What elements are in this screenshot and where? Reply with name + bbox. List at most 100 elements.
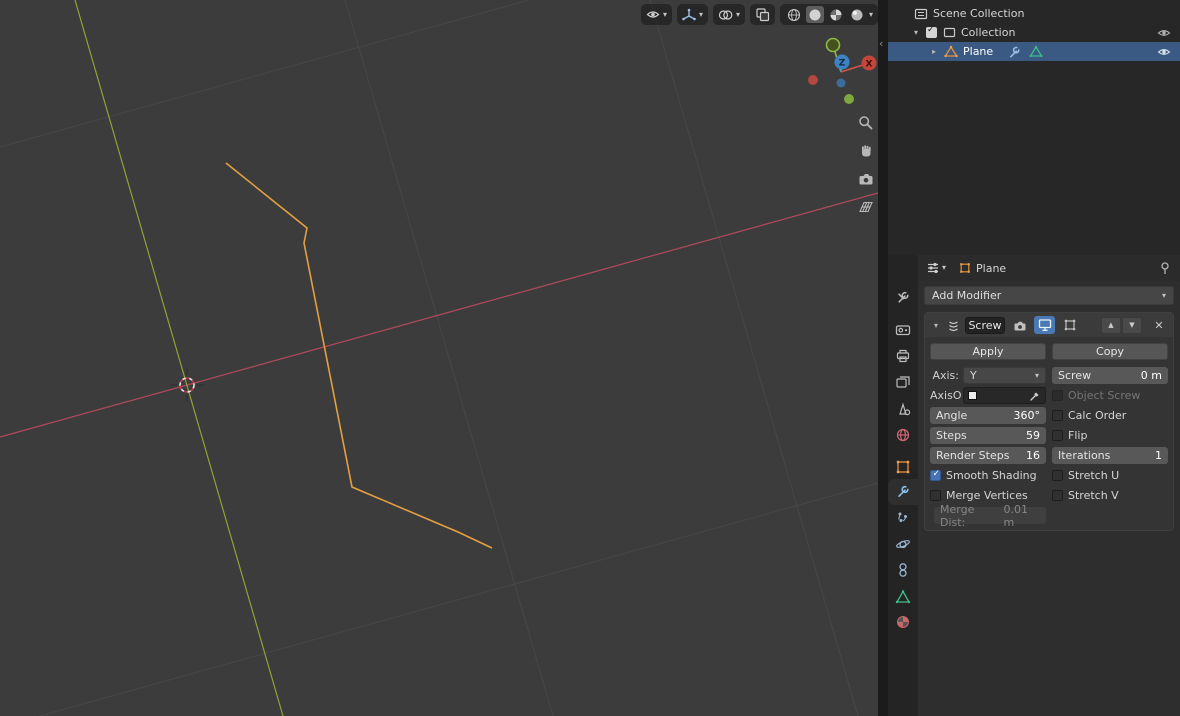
plane-visibility-toggle[interactable] (1157, 47, 1171, 57)
render-steps-field[interactable]: Render Steps 16 (930, 447, 1046, 464)
tab-world[interactable] (888, 422, 918, 448)
angle-slider[interactable]: Angle 360° (930, 407, 1046, 424)
screw-field[interactable]: Screw 0 m (1052, 367, 1168, 384)
axis-value: Y (970, 369, 977, 382)
tab-tool[interactable] (888, 285, 918, 311)
modifier-realtime-toggle[interactable] (1034, 316, 1055, 334)
gizmo-x-negative-ball[interactable] (808, 75, 818, 85)
move-modifier-down-button[interactable]: ▼ (1122, 316, 1142, 334)
flip-checkbox[interactable]: Flip (1052, 429, 1087, 442)
shading-solid-button[interactable] (806, 6, 825, 23)
tab-physics[interactable] (888, 531, 918, 557)
wireframe-sphere-icon (787, 8, 801, 21)
tab-scene[interactable] (888, 396, 918, 422)
object-data-icon (895, 589, 911, 603)
monitor-icon (1038, 319, 1051, 331)
tab-material[interactable] (888, 609, 918, 635)
chevron-down-icon: ▾ (663, 9, 668, 19)
merge-distance-field[interactable]: Merge Dist: 0.01 m (934, 503, 1046, 529)
disclosure-open-icon[interactable]: ▾ (910, 28, 922, 37)
gizmo-z-negative-ball[interactable] (836, 78, 846, 88)
collection-label: Collection (961, 26, 1016, 39)
modifier-render-toggle[interactable] (1009, 316, 1030, 334)
constraints-icon (899, 563, 907, 577)
shading-rendered-button[interactable] (848, 6, 866, 23)
collection-checkbox[interactable] (926, 25, 937, 38)
object-icon (896, 460, 910, 474)
xray-toggle[interactable] (750, 4, 776, 25)
magnifier-icon (859, 116, 873, 130)
screw-modifier-icon (949, 320, 958, 331)
material-sphere-icon (830, 9, 842, 20)
move-modifier-up-button[interactable]: ▲ (1101, 316, 1121, 334)
modifier-name-field[interactable] (965, 316, 1005, 334)
iterations-field[interactable]: Iterations 1 (1052, 447, 1168, 464)
region-collapse-arrow[interactable]: ‹ (879, 38, 883, 49)
outliner-row-collection[interactable]: ▾ Collection (888, 23, 1180, 42)
camera-view-button[interactable] (856, 169, 876, 189)
tab-particles[interactable] (888, 505, 918, 531)
merge-vertices-checkbox[interactable]: Merge Vertices (930, 489, 1028, 502)
tab-render[interactable] (888, 317, 918, 343)
add-modifier-dropdown[interactable]: Add Modifier ▾ (924, 286, 1174, 305)
modifier-badge[interactable] (1007, 45, 1021, 59)
tab-view-layer[interactable] (888, 369, 918, 395)
axis-object-label: AxisO (930, 389, 962, 402)
shading-material-button[interactable] (827, 6, 845, 23)
modifiers-wrench-icon (898, 485, 909, 497)
tab-object-data[interactable] (888, 583, 918, 609)
properties-header: ▾ Plane (918, 255, 1180, 281)
plane-label: Plane (963, 45, 994, 58)
3d-viewport[interactable]: ▾ ▾ ▾ ▾ Z X (0, 0, 878, 716)
zoom-tool-button[interactable] (856, 113, 876, 133)
pin-button[interactable] (1158, 261, 1172, 275)
apply-button[interactable]: Apply (930, 343, 1046, 360)
perspective-toggle-button[interactable] (856, 197, 876, 217)
editor-type-button[interactable]: ▾ (926, 261, 946, 275)
tab-object[interactable] (888, 454, 918, 480)
properties-editor-icon (928, 262, 938, 274)
stretch-v-checkbox[interactable]: Stretch V (1052, 489, 1119, 502)
gizmo-icon (682, 8, 696, 20)
delete-modifier-button[interactable]: ✕ (1150, 319, 1168, 332)
tab-constraints[interactable] (888, 557, 918, 583)
gizmo-z-label: Z (839, 59, 846, 69)
modifier-editmode-toggle[interactable] (1059, 316, 1080, 334)
pan-tool-button[interactable] (856, 141, 876, 161)
stretch-u-checkbox[interactable]: Stretch U (1052, 469, 1119, 482)
collection-visibility-toggle[interactable] (1157, 28, 1171, 38)
axis-label: Axis: (932, 369, 959, 382)
navigation-gizmo[interactable]: Z X (801, 31, 878, 109)
scene-icon (899, 402, 911, 416)
calc-order-checkbox[interactable]: Calc Order (1052, 409, 1126, 422)
hand-icon (862, 145, 871, 157)
disclosure-closed-icon[interactable]: ▸ (928, 47, 940, 56)
object-swatch (968, 391, 977, 400)
mesh-data-badge[interactable] (1029, 45, 1043, 58)
gizmo-y-negative-ball[interactable] (825, 37, 841, 53)
object-visibility-dropdown[interactable]: ▾ (641, 4, 673, 25)
outliner-row-scene-collection[interactable]: Scene Collection (888, 4, 1180, 23)
copy-button[interactable]: Copy (1052, 343, 1168, 360)
tab-modifiers[interactable] (888, 479, 918, 505)
modifier-body: Apply Copy Axis: Y ▾ Screw 0 m AxisO Obj… (925, 337, 1173, 529)
axis-dropdown[interactable]: Y ▾ (963, 367, 1046, 384)
tab-output[interactable] (888, 343, 918, 369)
steps-field[interactable]: Steps 59 (930, 427, 1046, 444)
rendered-sphere-icon (851, 9, 863, 20)
object-screw-checkbox[interactable]: Object Screw (1052, 389, 1140, 402)
overlays-dropdown[interactable]: ▾ (713, 4, 746, 25)
physics-icon (896, 540, 910, 549)
axis-object-field[interactable] (963, 387, 1046, 404)
smooth-shading-checkbox[interactable]: Smooth Shading (930, 469, 1037, 482)
shading-wireframe-button[interactable] (785, 6, 803, 23)
gizmo-y-positive-ball[interactable] (844, 94, 854, 104)
region-divider[interactable]: ‹ (878, 0, 888, 716)
solid-sphere-icon (809, 9, 821, 20)
outliner-row-plane[interactable]: ▸ Plane (888, 42, 1180, 61)
gizmos-dropdown[interactable]: ▾ (677, 4, 709, 25)
screw-profile-curve[interactable] (225, 162, 493, 549)
panel-expand-icon[interactable]: ▾ (930, 321, 942, 330)
eyedropper-button[interactable] (1029, 390, 1041, 402)
printer-icon (896, 349, 910, 363)
